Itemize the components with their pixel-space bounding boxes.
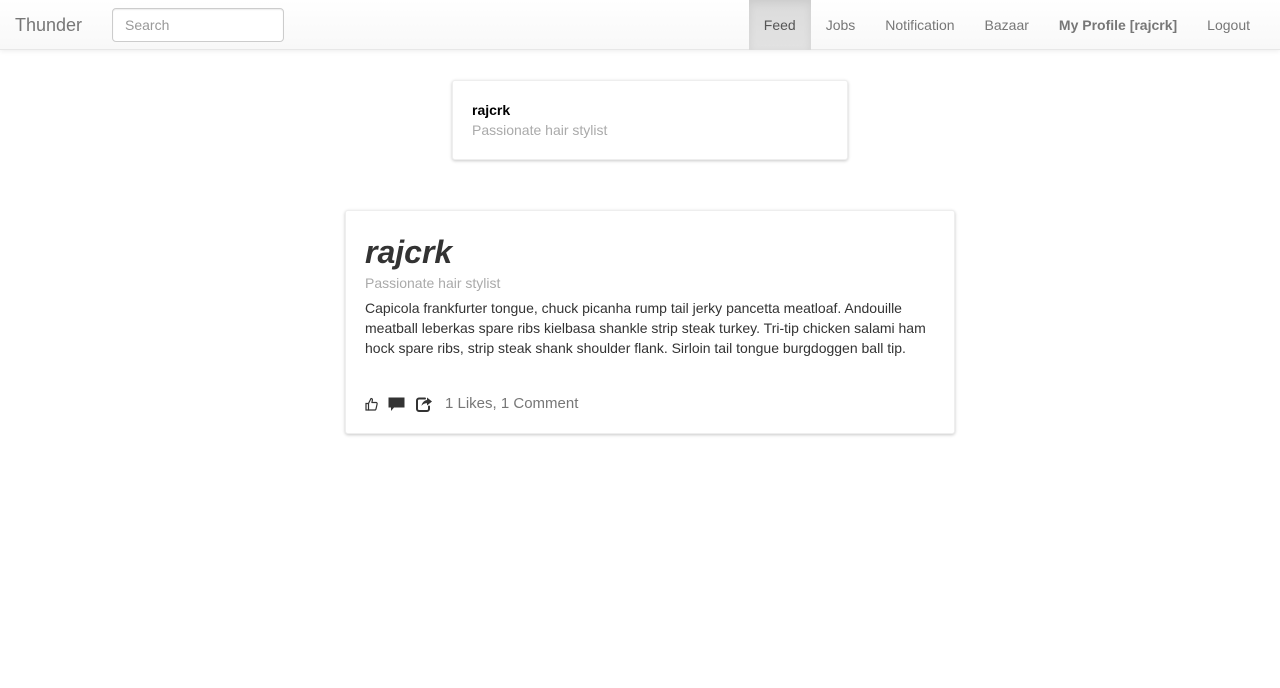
share-icon[interactable] bbox=[416, 397, 433, 412]
post-actions: 1 Likes, 1 Comment bbox=[365, 394, 578, 414]
comment-icon[interactable] bbox=[388, 397, 405, 412]
nav-item-bazaar[interactable]: Bazaar bbox=[970, 0, 1044, 50]
nav-item-jobs[interactable]: Jobs bbox=[811, 0, 871, 50]
post-body: Capicola frankfurter tongue, chuck pican… bbox=[365, 300, 926, 356]
top-navbar: Thunder Feed Jobs Notification Bazaar My… bbox=[0, 0, 1280, 50]
post-stats[interactable]: 1 Likes, 1 Comment bbox=[445, 394, 578, 414]
post-author[interactable]: rajcrk bbox=[365, 233, 935, 271]
nav-item-my-profile[interactable]: My Profile [rajcrk] bbox=[1044, 0, 1192, 50]
profile-tagline: Passionate hair stylist bbox=[472, 122, 608, 138]
thumbs-up-icon[interactable] bbox=[365, 397, 378, 411]
search-input[interactable] bbox=[112, 8, 284, 42]
post-author-tagline: Passionate hair stylist bbox=[365, 275, 501, 291]
nav-item-feed[interactable]: Feed bbox=[748, 0, 811, 50]
brand-logo[interactable]: Thunder bbox=[15, 14, 82, 36]
post-card: rajcrk Passionate hair stylist Capicola … bbox=[345, 210, 955, 434]
nav-menu: Feed Jobs Notification Bazaar My Profile… bbox=[748, 0, 1265, 50]
nav-item-notification[interactable]: Notification bbox=[870, 0, 969, 50]
profile-username[interactable]: rajcrk bbox=[472, 102, 828, 119]
profile-summary-card: rajcrk Passionate hair stylist bbox=[452, 80, 848, 160]
nav-item-logout[interactable]: Logout bbox=[1192, 0, 1265, 50]
